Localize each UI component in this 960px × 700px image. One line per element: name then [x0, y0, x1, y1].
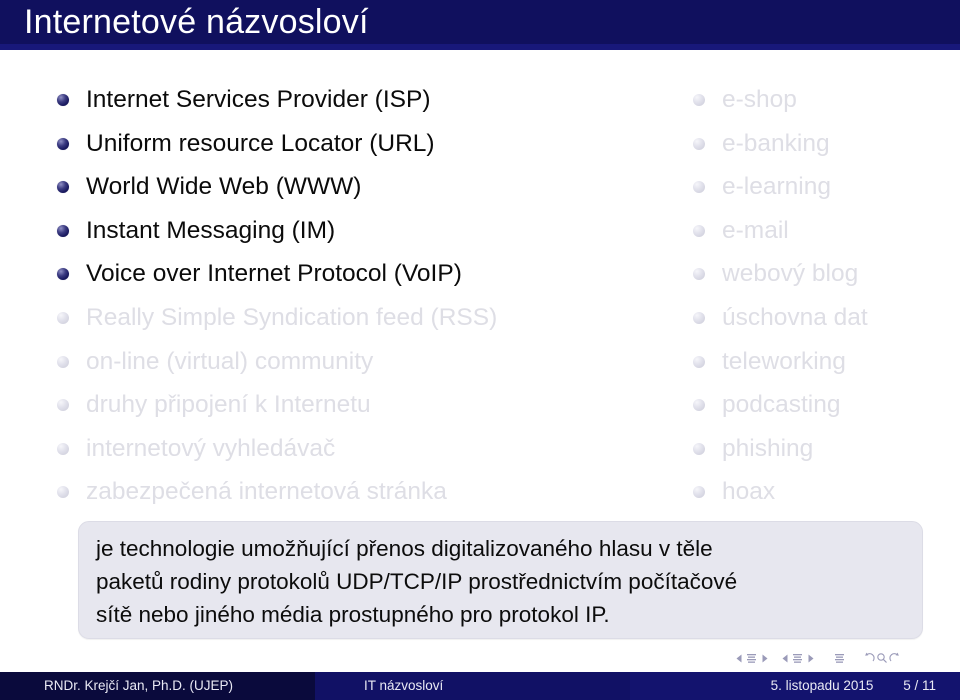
- footer-page-number: 5 / 11: [903, 678, 936, 693]
- callout-line: sítě nebo jiného média prostupného pro p…: [96, 602, 610, 627]
- bullet-sphere-icon: [693, 399, 705, 412]
- bullet-sphere-icon: [57, 137, 69, 150]
- footer: RNDr. Krejčí Jan, Ph.D. (UJEP) IT názvos…: [0, 672, 960, 700]
- list-item-label: Really Simple Syndication feed (RSS): [86, 303, 498, 331]
- bullet-sphere-icon: [57, 486, 69, 499]
- list-item: e-shop: [684, 78, 960, 122]
- footer-author: RNDr. Krejčí Jan, Ph.D. (UJEP): [0, 672, 315, 700]
- title-bar-accent-strip: [0, 44, 960, 50]
- bullet-sphere-icon: [693, 224, 705, 237]
- subsection-icon[interactable]: [833, 649, 846, 667]
- list-item: Internet Services Provider (ISP): [48, 78, 648, 122]
- bullet-sphere-icon: [693, 181, 705, 194]
- forward-icon[interactable]: [888, 649, 901, 667]
- list-item-label: e-mail: [722, 216, 789, 244]
- bullet-sphere-icon: [57, 224, 69, 237]
- next-frame-icon[interactable]: [804, 649, 817, 667]
- list-item: World Wide Web (WWW): [48, 165, 648, 209]
- list-item-label: e-learning: [722, 173, 831, 201]
- slide: Internetové názvosloví Internet Services…: [0, 0, 960, 700]
- list-item: druhy připojení k Internetu: [48, 383, 648, 427]
- list-item-label: úschovna dat: [722, 303, 868, 331]
- list-item-label: on-line (virtual) community: [86, 347, 374, 375]
- list-item-label: e-shop: [722, 86, 797, 113]
- bullet-sphere-icon: [693, 355, 705, 368]
- list-item: e-banking: [684, 122, 960, 166]
- page-title: Internetové názvosloví: [24, 3, 369, 41]
- frame-icon[interactable]: [791, 649, 804, 667]
- list-item: on-line (virtual) community: [48, 340, 648, 384]
- list-item-label: phishing: [722, 434, 814, 462]
- bullet-sphere-icon: [57, 442, 69, 455]
- next-slide-icon[interactable]: [758, 649, 771, 667]
- list-item: phishing: [684, 427, 960, 471]
- left-column: Internet Services Provider (ISP) Uniform…: [48, 78, 648, 514]
- right-bullet-list: e-shop e-banking e-learning e-mail webov…: [684, 78, 960, 514]
- list-item-label: druhy připojení k Internetu: [86, 391, 371, 419]
- footer-meta: 5. listopadu 2015 5 / 11: [630, 672, 960, 700]
- footer-date: 5. listopadu 2015: [770, 678, 874, 693]
- list-item-label: Internet Services Provider (ISP): [86, 86, 431, 113]
- list-item: e-learning: [684, 165, 960, 209]
- search-icon[interactable]: [875, 649, 888, 667]
- list-item: zabezpečená internetová stránka: [48, 470, 648, 514]
- frame-nav-group: [778, 649, 817, 667]
- definition-callout-box: je technologie umožňující přenos digital…: [78, 521, 923, 639]
- bullet-sphere-icon: [693, 268, 705, 281]
- list-item: e-mail: [684, 209, 960, 253]
- bullet-sphere-icon: [693, 137, 705, 150]
- list-item-label: internetový vyhledávač: [86, 434, 336, 462]
- list-item-label: teleworking: [722, 347, 846, 375]
- list-item-label: World Wide Web (WWW): [86, 173, 362, 201]
- list-item: Instant Messaging (IM): [48, 209, 648, 253]
- list-item: hoax: [684, 470, 960, 514]
- list-item: internetový vyhledávač: [48, 427, 648, 471]
- bullet-sphere-icon: [57, 94, 69, 106]
- list-item: Uniform resource Locator (URL): [48, 122, 648, 166]
- list-item-label: Voice over Internet Protocol (VoIP): [86, 260, 462, 288]
- prev-slide-icon[interactable]: [732, 649, 745, 667]
- left-bullet-list: Internet Services Provider (ISP) Uniform…: [48, 78, 648, 514]
- bullet-sphere-icon: [57, 181, 69, 194]
- bullet-sphere-icon: [57, 399, 69, 412]
- bullet-sphere-icon: [693, 442, 705, 455]
- list-item-label: hoax: [722, 478, 776, 506]
- bullet-sphere-icon: [57, 311, 69, 324]
- list-item: webový blog: [684, 252, 960, 296]
- callout-line: je technologie umožňující přenos digital…: [96, 536, 713, 561]
- slide-nav-group: [732, 649, 771, 667]
- footer-subject: IT názvosloví: [315, 672, 630, 700]
- content-columns: Internet Services Provider (ISP) Uniform…: [0, 78, 960, 508]
- list-item-label: e-banking: [722, 129, 830, 157]
- navigation-symbols: [732, 648, 948, 668]
- right-column: e-shop e-banking e-learning e-mail webov…: [684, 78, 960, 514]
- list-item: podcasting: [684, 383, 960, 427]
- list-item: teleworking: [684, 340, 960, 384]
- list-item: úschovna dat: [684, 296, 960, 340]
- bullet-sphere-icon: [693, 486, 705, 499]
- callout-line: paketů rodiny protokolů UDP/TCP/IP prost…: [96, 569, 738, 594]
- list-item-label: Uniform resource Locator (URL): [86, 129, 435, 157]
- list-item: Really Simple Syndication feed (RSS): [48, 296, 648, 340]
- bullet-sphere-icon: [693, 311, 705, 324]
- list-item-label: Instant Messaging (IM): [86, 216, 336, 244]
- list-item-label: webový blog: [722, 260, 859, 288]
- bullet-sphere-icon: [57, 355, 69, 368]
- slide-icon[interactable]: [745, 649, 758, 667]
- bullet-sphere-icon: [57, 268, 69, 281]
- list-item-label: podcasting: [722, 391, 841, 419]
- list-item-label: zabezpečená internetová stránka: [86, 478, 447, 506]
- back-icon[interactable]: [862, 649, 875, 667]
- list-item: Voice over Internet Protocol (VoIP): [48, 252, 648, 296]
- bullet-sphere-icon: [693, 94, 705, 106]
- prev-frame-icon[interactable]: [778, 649, 791, 667]
